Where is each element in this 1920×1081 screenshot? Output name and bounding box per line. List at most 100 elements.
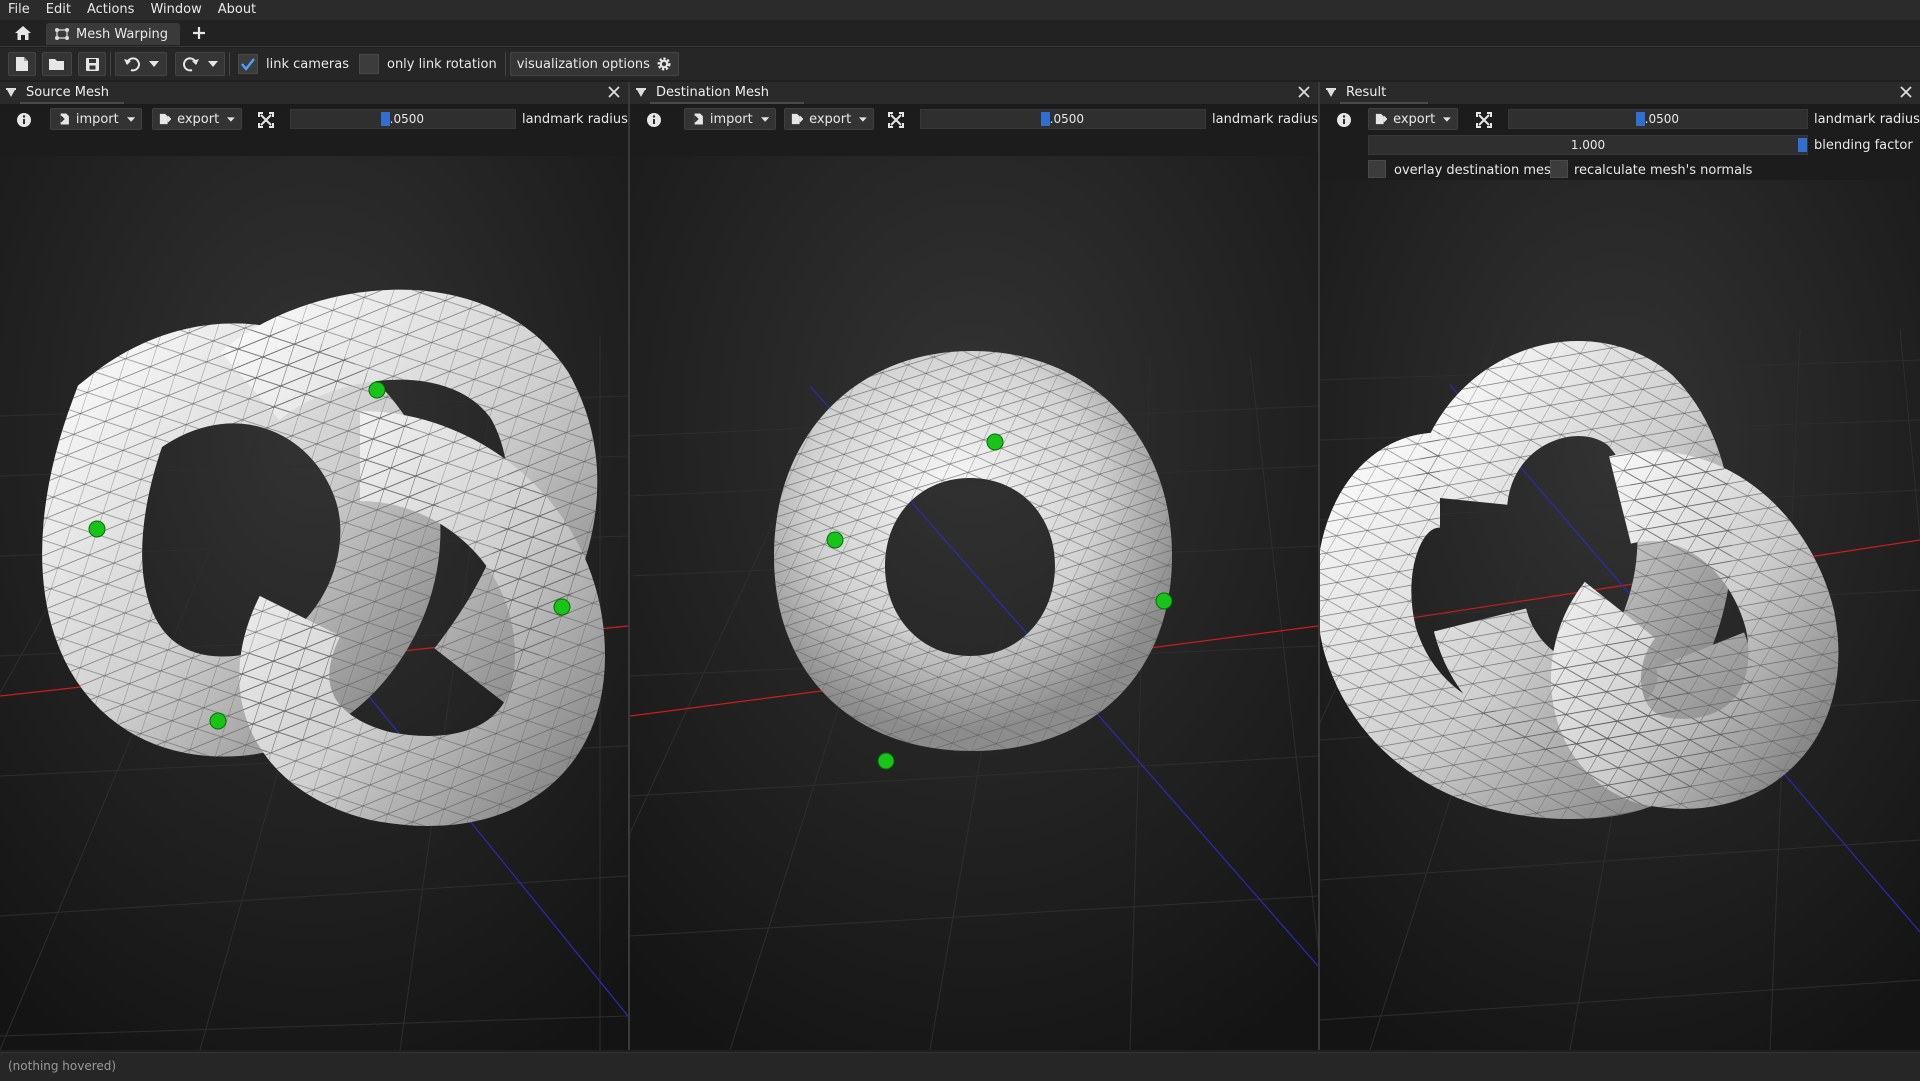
import-icon	[57, 113, 69, 125]
link-cameras-label: link cameras	[266, 56, 349, 72]
panel-header: Destination Mesh	[630, 82, 1318, 105]
plus-icon	[193, 27, 205, 39]
home-icon	[15, 26, 31, 40]
new-button[interactable]	[8, 52, 36, 76]
visualization-options-button[interactable]: visualization options	[509, 52, 679, 76]
source-mesh-panel: Source Mesh import export 0.0500 landmar…	[0, 82, 628, 1050]
menu-edit[interactable]: Edit	[38, 0, 79, 20]
close-icon[interactable]	[608, 86, 620, 98]
recalculate-normals-label: recalculate mesh's normals	[1574, 163, 1753, 178]
only-link-rotation-label: only link rotation	[386, 56, 497, 72]
title-underline	[20, 102, 124, 104]
menu-window[interactable]: Window	[142, 0, 209, 20]
export-button[interactable]: export	[152, 108, 242, 130]
toolbar-separator	[229, 52, 230, 76]
landmark-point[interactable]	[826, 531, 844, 549]
result-3d-viewport[interactable]	[1320, 180, 1920, 1050]
landmark-radius-label: landmark radius	[1814, 112, 1920, 127]
title-underline	[650, 102, 804, 104]
recalculate-normals-checkbox[interactable]	[1550, 160, 1568, 178]
chevron-down-icon	[859, 116, 867, 122]
redo-button[interactable]	[175, 52, 225, 76]
landmark-radius-field[interactable]: 0.0500	[290, 109, 516, 129]
export-label: export	[177, 111, 220, 127]
info-icon[interactable]	[16, 112, 32, 128]
import-button[interactable]: import	[50, 108, 142, 130]
chevron-down-icon	[149, 61, 159, 67]
landmark-point[interactable]	[553, 598, 571, 616]
overlay-destination-checkbox[interactable]	[1368, 160, 1386, 178]
close-icon[interactable]	[1298, 86, 1310, 98]
undo-icon	[124, 57, 140, 72]
slider-handle[interactable]	[1798, 138, 1807, 152]
landmark-point[interactable]	[1155, 592, 1173, 610]
import-label: import	[75, 111, 119, 127]
result-panel: Result export 0.0500 landmark radius 1.0…	[1320, 82, 1920, 1050]
export-button[interactable]: export	[784, 108, 874, 130]
toolbar-separator	[110, 52, 111, 76]
destination-mesh-panel: Destination Mesh import export 0.0500 la…	[630, 82, 1318, 1050]
undo-button[interactable]	[115, 52, 167, 76]
save-button[interactable]	[78, 52, 106, 76]
menu-bar: File Edit Actions Window About	[0, 0, 1920, 20]
add-tab-button[interactable]	[186, 21, 212, 45]
chevron-down-icon	[1443, 116, 1451, 122]
slider-handle[interactable]	[1636, 112, 1645, 126]
title-underline	[1340, 102, 1428, 104]
menu-actions[interactable]: Actions	[79, 0, 143, 20]
export-icon	[791, 113, 804, 125]
status-text: (nothing hovered)	[8, 1059, 117, 1073]
destination-3d-viewport[interactable]	[630, 156, 1318, 1050]
tab-bar: Mesh Warping	[0, 20, 1920, 47]
close-icon[interactable]	[1900, 86, 1912, 98]
blending-factor-value: 1.000	[1570, 138, 1606, 152]
only-link-rotation-checkbox[interactable]	[358, 54, 379, 74]
landmark-point[interactable]	[368, 381, 386, 399]
slider-handle[interactable]	[1041, 112, 1050, 126]
landmark-radius-field[interactable]: 0.0500	[920, 109, 1206, 129]
chevron-down-icon	[126, 116, 135, 122]
collapse-triangle-icon[interactable]	[6, 88, 16, 97]
slider-handle[interactable]	[381, 112, 390, 126]
panel-toolbar: export 0.0500 landmark radius	[1320, 106, 1920, 132]
mesh-warping-icon	[55, 28, 69, 40]
link-cameras-checkbox[interactable]	[238, 54, 258, 74]
fit-view-icon[interactable]	[888, 112, 904, 128]
open-folder-icon	[49, 59, 64, 70]
panel-title: Destination Mesh	[656, 85, 769, 100]
info-icon[interactable]	[646, 112, 662, 128]
landmark-point[interactable]	[877, 752, 895, 770]
gear-icon	[657, 57, 671, 71]
open-button[interactable]	[42, 52, 72, 76]
collapse-triangle-icon[interactable]	[636, 88, 646, 97]
landmark-point[interactable]	[88, 520, 106, 538]
fit-view-icon[interactable]	[1476, 112, 1492, 128]
import-label: import	[709, 111, 753, 127]
panel-title: Source Mesh	[26, 85, 110, 100]
checkmark-icon	[241, 58, 255, 71]
menu-about[interactable]: About	[210, 0, 264, 20]
blending-row: 1.000 blending factor	[1320, 132, 1920, 158]
export-label: export	[1393, 111, 1436, 127]
export-icon	[159, 113, 172, 125]
tab-mesh-warping[interactable]: Mesh Warping	[46, 23, 180, 45]
import-button[interactable]: import	[684, 108, 776, 130]
export-button[interactable]: export	[1368, 108, 1458, 130]
landmark-radius-field[interactable]: 0.0500	[1508, 109, 1808, 129]
visualization-options-label: visualization options	[516, 56, 650, 72]
collapse-triangle-icon[interactable]	[1326, 88, 1336, 97]
viewport-canvas	[1320, 180, 1920, 1050]
new-file-icon	[16, 57, 28, 71]
source-3d-viewport[interactable]	[0, 156, 628, 1050]
menu-file[interactable]: File	[0, 0, 38, 20]
chevron-down-icon	[227, 116, 235, 122]
toolbar-separator	[504, 52, 506, 76]
home-button[interactable]	[0, 20, 46, 46]
panel-header: Source Mesh	[0, 82, 628, 105]
landmark-point[interactable]	[986, 433, 1004, 451]
fit-view-icon[interactable]	[258, 112, 274, 128]
landmark-point[interactable]	[209, 712, 227, 730]
blending-factor-slider[interactable]: 1.000	[1368, 135, 1808, 155]
landmark-radius-label: landmark radius	[522, 112, 628, 127]
info-icon[interactable]	[1336, 112, 1352, 128]
